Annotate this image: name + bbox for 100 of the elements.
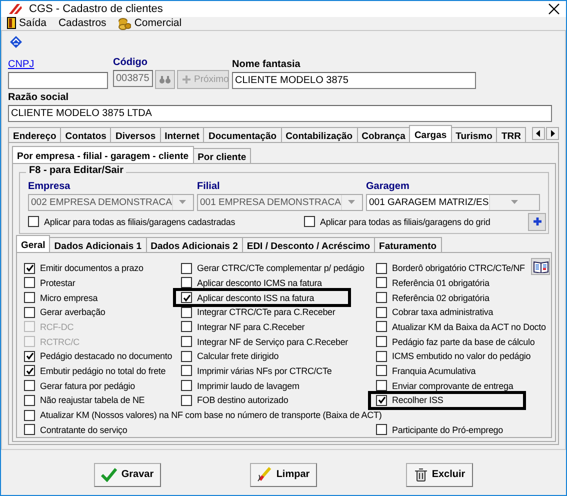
tab[interactable]: Contabilização [280, 126, 358, 142]
tab[interactable]: Faturamento [374, 236, 442, 252]
checkbox[interactable] [181, 292, 192, 304]
checkbox-label: Recolher ISS [392, 395, 444, 406]
tab[interactable]: Endereço [8, 126, 62, 142]
checkbox-label: Micro empresa [40, 292, 98, 303]
caret-icon [179, 200, 186, 204]
checkbox[interactable] [376, 292, 387, 304]
checkbox[interactable] [181, 380, 192, 392]
checkbox-label: Referência 01 obrigatória [392, 278, 490, 288]
dropdown-field[interactable]: 001 GARAGEM MATRIZ/ES [366, 194, 540, 211]
checkbox[interactable] [24, 410, 35, 421]
checkbox[interactable] [181, 306, 192, 318]
checkbox-label: Imprimir várias NFs por CTRC/CTe [197, 366, 332, 376]
tab[interactable]: TRR [496, 126, 526, 142]
window-title: CGS - Cadastro de clientes [29, 2, 164, 15]
company-name-field[interactable]: CLIENTE MODELO 3875 LTDA [8, 104, 552, 122]
menu-item[interactable]: Cadastros [56, 17, 108, 30]
code-field[interactable]: 003875 [113, 70, 153, 87]
checkbox[interactable] [376, 277, 387, 288]
checkbox[interactable] [181, 350, 192, 362]
checkbox-label: Protestar [40, 278, 76, 288]
checkbox[interactable] [181, 336, 192, 348]
scroll-right-icon[interactable] [546, 126, 559, 140]
tab[interactable]: EDI / Desconto / Acréscimo [242, 236, 376, 252]
checkbox-label: Não reajustar tabela de NE [40, 395, 145, 406]
tab[interactable]: Diversos [110, 126, 161, 142]
tab[interactable]: Internet [160, 126, 204, 142]
checkbox[interactable] [181, 321, 192, 332]
checkbox[interactable] [181, 262, 192, 274]
plus-icon [532, 217, 542, 226]
checkbox[interactable] [24, 394, 35, 406]
checkbox-label: Aplicar para todas as filiais/garagens do grid [320, 216, 490, 227]
checkbox-label: Cobrar taxa administrativa [392, 307, 494, 318]
cnpj-field[interactable] [8, 72, 108, 89]
checkbox-label: Emitir documentos a prazo [40, 263, 144, 274]
checkbox[interactable] [24, 262, 35, 274]
group-title: F8 - para Editar/Sair [26, 164, 126, 176]
field-label: Código [113, 56, 148, 69]
tab[interactable]: Dados Adicionais 2 [146, 236, 243, 252]
checkbox[interactable] [181, 394, 192, 406]
checkbox-label: Calcular frete dirigido [197, 351, 279, 362]
checkbox[interactable] [24, 306, 35, 318]
checkbox-label: Embutir pedágio no total do frete [40, 366, 166, 376]
checkbox[interactable] [24, 424, 35, 436]
checkbox-label: RCTRC/C [40, 336, 80, 347]
checkbox[interactable] [28, 216, 39, 228]
checkbox[interactable] [24, 292, 35, 304]
tab[interactable]: Por cliente [192, 148, 252, 163]
field-label: Garagem [366, 180, 410, 193]
menu-item[interactable]: Saída [5, 17, 48, 30]
checkbox[interactable] [376, 350, 387, 362]
action-button[interactable]: Gravar [94, 462, 161, 487]
tab[interactable]: Dados Adicionais 1 [49, 236, 147, 252]
checkbox[interactable] [376, 424, 387, 436]
action-button[interactable]: Limpar [250, 462, 317, 487]
checkbox[interactable] [376, 365, 387, 376]
checkbox-label: Aplicar para todas as filiais/garagens cadastradas [44, 216, 236, 227]
checkbox-label: Participante do Pró-emprego [392, 424, 504, 435]
close-icon[interactable] [548, 2, 560, 15]
checkbox[interactable] [304, 216, 315, 228]
add-button[interactable] [528, 212, 546, 231]
book-button[interactable] [531, 258, 550, 275]
action-button[interactable]: Excluir [406, 462, 473, 487]
tab[interactable]: Por empresa - filial - garagem - cliente [12, 146, 194, 163]
checkbox[interactable] [376, 262, 387, 274]
checkbox[interactable] [24, 277, 35, 288]
checkbox-label: Franquia Acumulativa [392, 366, 476, 376]
checkbox[interactable] [181, 277, 192, 288]
checkbox[interactable] [24, 365, 35, 376]
checkbox-label: Integrar NF para C.Receber [197, 322, 305, 332]
tab[interactable]: Turismo [450, 126, 498, 142]
checkbox[interactable] [376, 380, 387, 392]
checkbox-label: Integrar CTRC/CTe para C.Receber [197, 307, 336, 318]
cnpj-link[interactable]: CNPJ [8, 58, 34, 71]
checkbox-label: Aplicar desconto ICMS na fatura [197, 278, 322, 288]
checkbox-label: Pedágio destacado no documento [40, 351, 172, 362]
checkbox[interactable] [376, 321, 387, 332]
checkbox-label: Enviar comprovante de entrega [392, 380, 514, 391]
tab[interactable]: Geral [16, 234, 50, 252]
checkbox[interactable] [24, 350, 35, 362]
book-icon [532, 260, 548, 273]
field-label: Filial [197, 180, 220, 193]
checkbox[interactable] [24, 380, 35, 392]
menu-item[interactable]: Comercial [116, 16, 184, 30]
tab[interactable]: Documentação [203, 126, 282, 142]
tab[interactable]: Contatos [60, 126, 112, 142]
checkbox-label: Referência 02 obrigatória [392, 292, 490, 303]
checkbox[interactable] [181, 365, 192, 376]
tab[interactable]: Cobrança [356, 126, 410, 142]
checkbox[interactable] [376, 336, 387, 348]
trade-name-field[interactable]: CLIENTE MODELO 3875 [232, 72, 476, 89]
checkbox-label: Atualizar KM (Nossos valores) na NF com base no número de transporte (Baixa de ACT) [40, 410, 382, 420]
checkbox[interactable] [376, 394, 387, 406]
tab[interactable]: Cargas [409, 124, 452, 142]
search-button[interactable] [155, 70, 175, 89]
caret-icon [510, 200, 518, 204]
checkbox[interactable] [376, 306, 387, 318]
scroll-left-icon[interactable] [532, 126, 545, 140]
checkbox-label: ICMS embutido no valor do pedágio [392, 351, 531, 362]
